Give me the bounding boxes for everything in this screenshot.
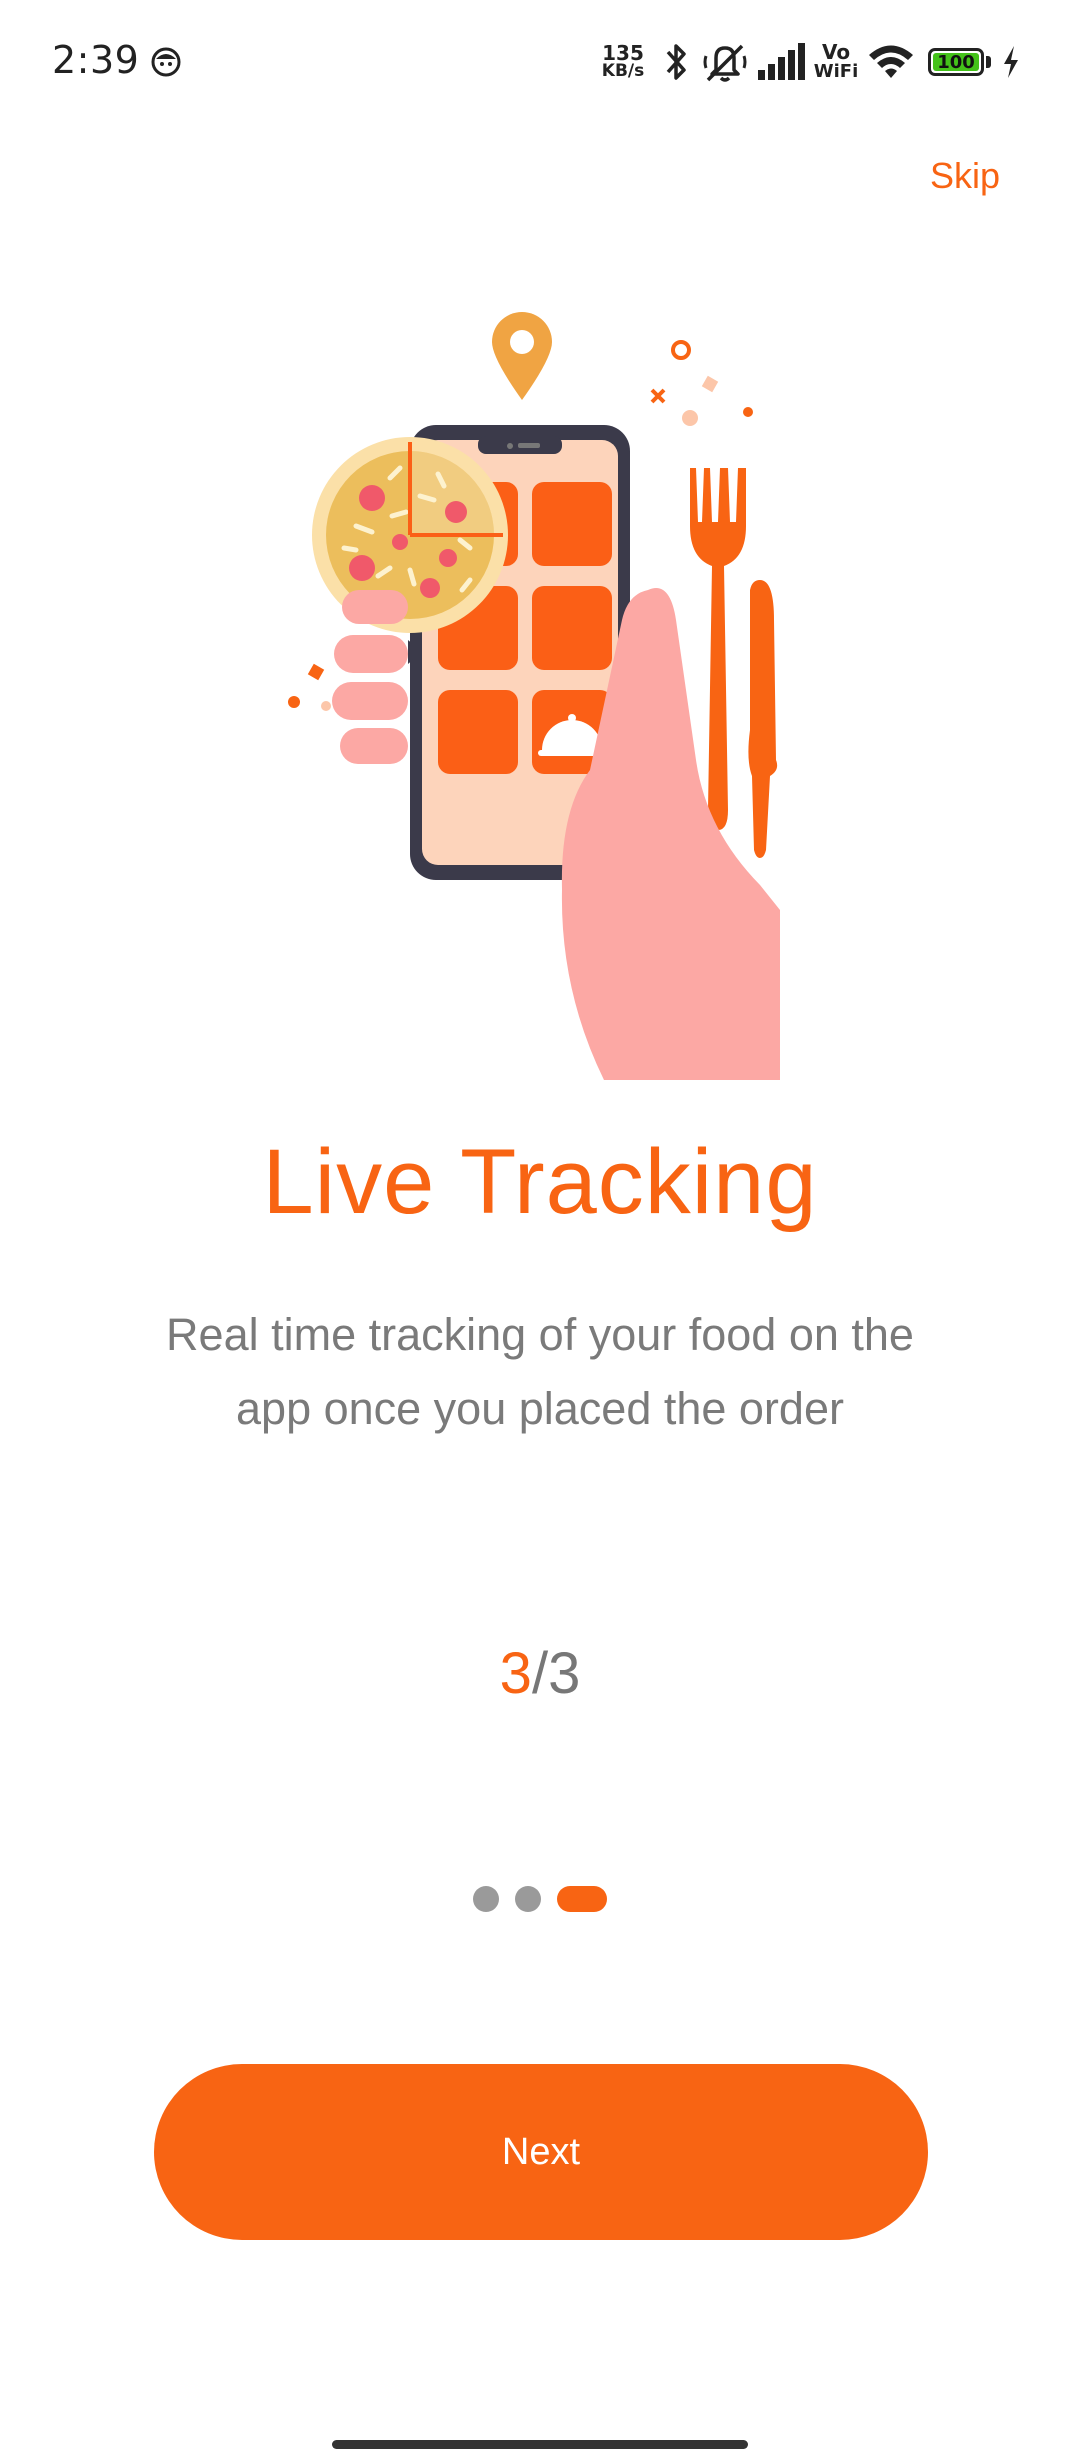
confetti-decoration (288, 696, 300, 708)
next-button[interactable]: Next (154, 2064, 928, 2240)
status-bar: 2:39 135 KB/s Vo WiFi 100 (0, 0, 1080, 130)
page-counter: 3/3 (0, 1640, 1080, 1707)
volte-wifi-indicator: Vo WiFi (812, 42, 860, 82)
confetti-decoration (701, 375, 719, 393)
signal-icon (758, 43, 805, 80)
confetti-decoration (307, 663, 325, 681)
network-speed: 135 KB/s (600, 41, 646, 81)
confetti-decoration (743, 407, 753, 417)
pizza-illustration (312, 437, 508, 633)
page-title: Live Tracking (262, 1131, 818, 1233)
bluetooth-icon (666, 44, 686, 80)
battery-cap (986, 56, 991, 68)
volte-top: Vo (821, 40, 851, 64)
battery-icon: 100 (928, 48, 984, 76)
face-icon (151, 47, 181, 77)
volte-bottom: WiFi (813, 61, 859, 82)
network-speed-unit: KB/s (601, 61, 645, 81)
wifi-icon (869, 45, 913, 78)
page-counter-current: 3 (499, 1641, 532, 1706)
home-gesture-bar[interactable] (332, 2440, 748, 2449)
confetti-decoration (671, 340, 691, 360)
confetti-decoration (682, 410, 698, 426)
confetti-decoration (321, 701, 331, 711)
page-description: Real time tracking of your food on the a… (166, 1309, 914, 1434)
battery-level: 100 (933, 53, 979, 73)
confetti-decoration (650, 388, 666, 404)
skip-button[interactable]: Skip (930, 155, 1000, 197)
knife-icon (748, 580, 778, 858)
page-counter-total: 3 (548, 1641, 581, 1706)
network-speed-value: 135 (602, 41, 644, 65)
pagination-dots (0, 1884, 1080, 1914)
mute-icon (703, 44, 747, 82)
page-counter-separator: / (531, 1641, 549, 1706)
status-time: 2:39 (52, 38, 140, 82)
charging-icon (1004, 46, 1018, 78)
pagination-dot-active[interactable] (557, 1886, 607, 1912)
pagination-dot[interactable] (473, 1886, 499, 1912)
pagination-dot[interactable] (515, 1886, 541, 1912)
location-pin-icon (492, 312, 552, 400)
live-tracking-illustration (288, 312, 780, 1080)
